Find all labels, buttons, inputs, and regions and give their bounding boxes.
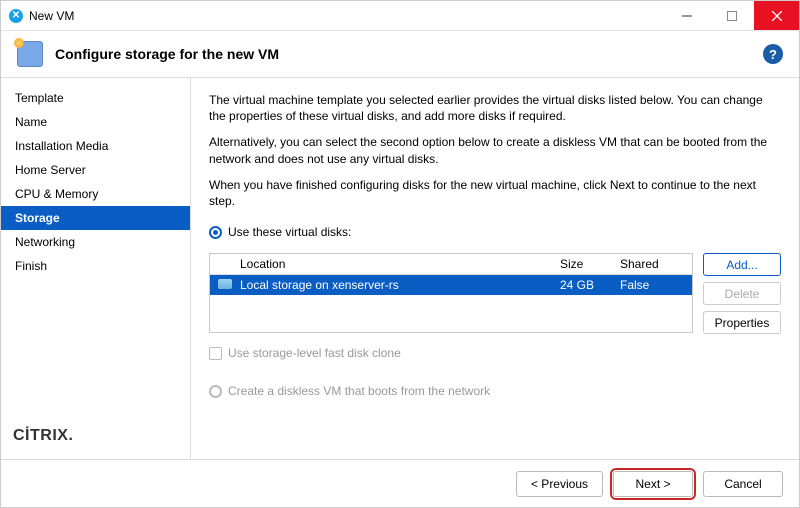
minimize-icon <box>682 11 692 21</box>
sidebar-item-finish[interactable]: Finish <box>1 254 190 278</box>
page-title: Configure storage for the new VM <box>55 46 751 62</box>
app-icon: ✕ <box>9 9 23 23</box>
new-vm-wizard-window: ✕ New VM Configure storage for the new V… <box>0 0 800 508</box>
diskless-vm-label: Create a diskless VM that boots from the… <box>228 384 490 398</box>
fast-disk-clone-label: Use storage-level fast disk clone <box>228 346 401 360</box>
intro-paragraph-3: When you have finished configuring disks… <box>209 177 781 209</box>
content-area: The virtual machine template you selecte… <box>191 78 799 459</box>
intro-paragraph-1: The virtual machine template you selecte… <box>209 92 781 124</box>
fast-disk-clone-checkbox: Use storage-level fast disk clone <box>209 346 781 360</box>
add-disk-button[interactable]: Add... <box>703 253 781 276</box>
intro-paragraph-2: Alternatively, you can select the second… <box>209 134 781 166</box>
table-header: Location Size Shared <box>210 254 692 275</box>
diskless-vm-radio: Create a diskless VM that boots from the… <box>209 384 781 398</box>
citrix-logo: CİTRIX. <box>1 417 190 459</box>
close-button[interactable] <box>754 1 799 30</box>
close-icon <box>772 11 782 21</box>
properties-disk-button[interactable]: Properties <box>703 311 781 334</box>
cell-location: Local storage on xenserver-rs <box>232 275 552 295</box>
sidebar-item-name[interactable]: Name <box>1 110 190 134</box>
delete-disk-button[interactable]: Delete <box>703 282 781 305</box>
sidebar-item-home-server[interactable]: Home Server <box>1 158 190 182</box>
sidebar-item-networking[interactable]: Networking <box>1 230 190 254</box>
wizard-steps-sidebar: Template Name Installation Media Home Se… <box>1 78 191 459</box>
wizard-footer: < Previous Next > Cancel <box>1 459 799 507</box>
sidebar-item-cpu-memory[interactable]: CPU & Memory <box>1 182 190 206</box>
disk-icon <box>218 279 232 289</box>
col-location: Location <box>232 254 552 274</box>
cell-size: 24 GB <box>552 275 612 295</box>
col-shared: Shared <box>612 254 692 274</box>
virtual-disks-table[interactable]: Location Size Shared Local storage on xe… <box>209 253 693 333</box>
radio-icon <box>209 226 222 239</box>
next-button[interactable]: Next > <box>613 471 693 497</box>
sidebar-item-installation-media[interactable]: Installation Media <box>1 134 190 158</box>
maximize-button[interactable] <box>709 1 754 30</box>
previous-button[interactable]: < Previous <box>516 471 603 497</box>
help-button[interactable]: ? <box>763 44 783 64</box>
cancel-button[interactable]: Cancel <box>703 471 783 497</box>
radio-icon <box>209 385 222 398</box>
maximize-icon <box>727 11 737 21</box>
checkbox-icon <box>209 347 222 360</box>
col-size: Size <box>552 254 612 274</box>
cell-shared: False <box>612 275 692 295</box>
titlebar: ✕ New VM <box>1 1 799 31</box>
use-virtual-disks-radio[interactable]: Use these virtual disks: <box>209 225 781 239</box>
wizard-icon <box>17 41 43 67</box>
sidebar-item-storage[interactable]: Storage <box>1 206 190 230</box>
table-row[interactable]: Local storage on xenserver-rs 24 GB Fals… <box>210 275 692 295</box>
use-virtual-disks-label: Use these virtual disks: <box>228 225 351 239</box>
minimize-button[interactable] <box>664 1 709 30</box>
sidebar-item-template[interactable]: Template <box>1 86 190 110</box>
wizard-header: Configure storage for the new VM ? <box>1 31 799 78</box>
window-title: New VM <box>29 9 74 23</box>
